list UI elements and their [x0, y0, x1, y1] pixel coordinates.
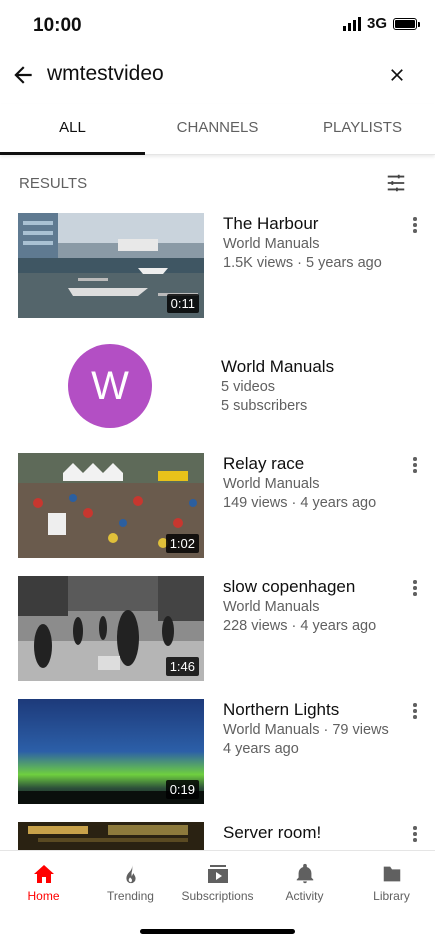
video-result[interactable]: 0:11 The Harbour World Manuals 1.5K view… — [0, 213, 435, 319]
search-tabs: ALL CHANNELS PLAYLISTS — [0, 104, 435, 155]
bell-icon — [296, 863, 313, 884]
video-thumbnail[interactable] — [18, 822, 204, 850]
subscriptions-icon — [207, 865, 228, 883]
search-query[interactable]: wmtestvideo — [47, 62, 164, 86]
nav-home[interactable]: Home — [0, 859, 87, 903]
video-stats: 228 views · 4 years ago — [223, 618, 377, 634]
video-meta: Northern Lights World Manuals · 79 views… — [223, 699, 389, 759]
video-thumbnail[interactable]: 0:19 — [18, 699, 204, 804]
status-time: 10:00 — [33, 15, 82, 36]
video-result[interactable]: Server room! — [0, 822, 435, 850]
nav-trending[interactable]: Trending — [87, 859, 174, 903]
folder-icon — [383, 866, 400, 882]
video-meta: slow copenhagen World Manuals 228 views … — [223, 576, 376, 636]
tab-playlists[interactable]: PLAYLISTS — [290, 104, 435, 154]
signal-icon — [342, 16, 361, 31]
nav-library[interactable]: Library — [348, 859, 435, 903]
channel-meta: World Manuals 5 videos 5 subscribers — [221, 356, 334, 416]
video-stats: 1.5K views · 5 years ago — [223, 255, 382, 271]
video-title[interactable]: slow copenhagen — [223, 576, 376, 598]
nav-subscriptions[interactable]: Subscriptions — [174, 859, 261, 903]
flame-icon — [125, 864, 136, 884]
status-bar: 10:00 3G — [0, 0, 435, 52]
video-title[interactable]: Relay race — [223, 453, 376, 475]
home-icon — [33, 865, 54, 883]
video-meta: Relay race World Manuals 149 views · 4 y… — [223, 453, 376, 513]
video-result[interactable]: 0:19 Northern Lights World Manuals · 79 … — [0, 699, 435, 805]
battery-icon — [393, 17, 420, 30]
nav-label: Subscriptions — [181, 889, 254, 903]
video-duration: 1:46 — [165, 657, 199, 676]
tab-all[interactable]: ALL — [0, 104, 145, 155]
video-title[interactable]: Server room! — [223, 822, 321, 844]
more-vert-icon[interactable] — [409, 217, 421, 235]
back-arrow-icon[interactable] — [10, 62, 36, 88]
video-thumbnail[interactable]: 0:11 — [18, 213, 204, 318]
close-icon[interactable] — [387, 65, 407, 85]
video-channel: World Manuals — [223, 476, 320, 492]
video-meta: The Harbour World Manuals 1.5K views · 5… — [223, 213, 382, 273]
nav-label: Activity — [285, 889, 324, 903]
video-meta: Server room! — [223, 822, 321, 844]
channel-result[interactable]: W World Manuals 5 videos 5 subscribers — [0, 334, 435, 438]
channel-subscriber-count: 5 subscribers — [221, 398, 308, 414]
more-vert-icon[interactable] — [409, 580, 421, 598]
video-stats: 4 years ago — [223, 741, 299, 757]
video-channel: World Manuals — [223, 236, 320, 252]
video-title[interactable]: Northern Lights — [223, 699, 389, 721]
home-indicator[interactable] — [140, 929, 295, 934]
status-indicators: 3G — [342, 15, 420, 32]
video-duration: 0:11 — [166, 294, 199, 313]
channel-name[interactable]: World Manuals — [221, 356, 334, 378]
more-vert-icon[interactable] — [409, 826, 421, 844]
nav-activity[interactable]: Activity — [261, 859, 348, 903]
filter-icon[interactable] — [385, 172, 407, 194]
video-result[interactable]: 1:02 Relay race World Manuals 149 views … — [0, 453, 435, 559]
tab-channels[interactable]: CHANNELS — [145, 104, 290, 154]
channel-video-count: 5 videos — [221, 379, 276, 395]
nav-label: Home — [27, 889, 60, 903]
more-vert-icon[interactable] — [409, 457, 421, 475]
video-stats: 149 views · 4 years ago — [223, 495, 377, 511]
video-result[interactable]: 1:46 slow copenhagen World Manuals 228 v… — [0, 576, 435, 682]
video-channel: World Manuals — [223, 599, 320, 615]
nav-label: Library — [373, 889, 410, 903]
network-type: 3G — [366, 15, 387, 32]
video-channel: World Manuals · 79 views — [223, 722, 389, 738]
video-duration: 1:02 — [165, 534, 199, 553]
search-bar: wmtestvideo — [0, 52, 435, 100]
nav-label: Trending — [107, 889, 154, 903]
video-duration: 0:19 — [165, 780, 199, 799]
video-thumbnail[interactable]: 1:02 — [18, 453, 204, 558]
video-thumbnail[interactable]: 1:46 — [18, 576, 204, 681]
more-vert-icon[interactable] — [409, 703, 421, 721]
video-title[interactable]: The Harbour — [223, 213, 382, 235]
channel-avatar[interactable]: W — [68, 344, 152, 428]
results-heading: RESULTS — [19, 175, 88, 192]
